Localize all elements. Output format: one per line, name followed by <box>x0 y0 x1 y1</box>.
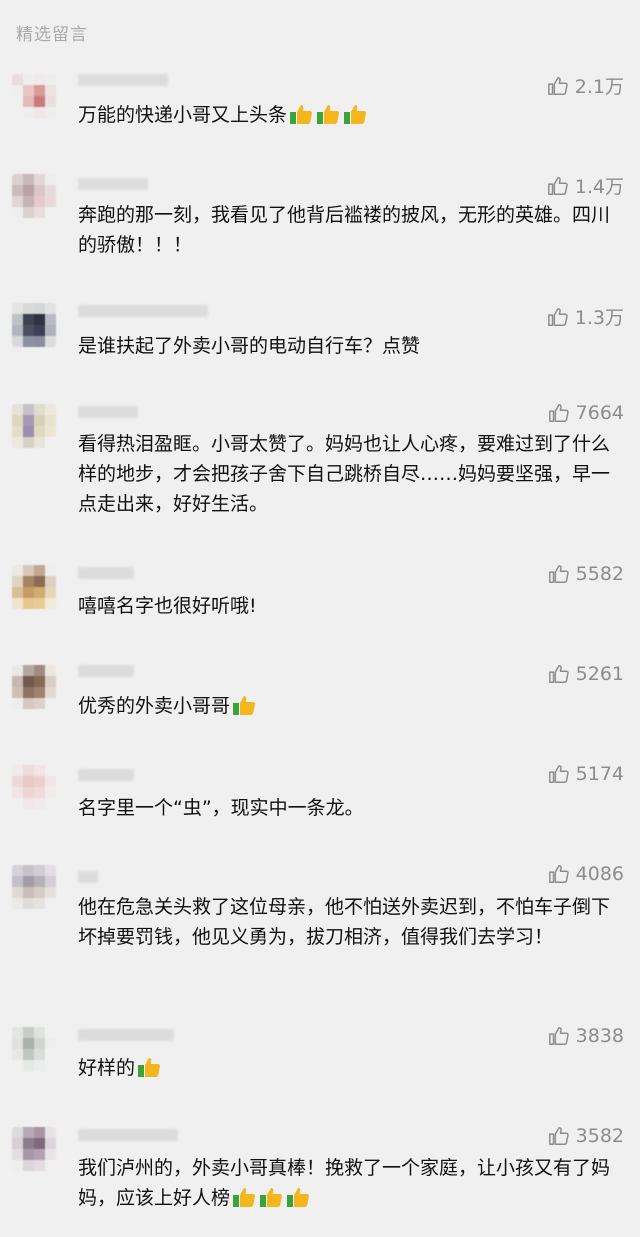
thumbs-up-outline-icon <box>548 1025 570 1047</box>
emoji-group <box>232 1186 310 1208</box>
thumbs-up-outline-icon <box>547 306 569 328</box>
comment-item: 4086 他在危急关头救了这位母亲，他不怕送外卖迟到，不怕车子倒下坏掉要罚钱，他… <box>0 853 640 1003</box>
comment-item: 5174 名字里一个“虫”，现实中一条龙。 <box>0 753 640 833</box>
avatar[interactable] <box>12 565 56 609</box>
thumbs-up-emoji-icon <box>344 105 366 124</box>
avatar[interactable] <box>12 303 56 347</box>
comment-item: 1.3万 是谁扶起了外卖小哥的电动自行车？点赞 <box>0 293 640 373</box>
avatar[interactable] <box>12 74 56 118</box>
thumbs-up-emoji-icon <box>317 105 339 124</box>
avatar[interactable] <box>12 765 56 809</box>
comment-item: 3582 我们泸州的，外卖小哥真棒！挽救了一个家庭，让小孩又有了妈妈，应该上好人… <box>0 1115 640 1235</box>
like-count: 5174 <box>575 763 624 785</box>
like-count: 1.3万 <box>574 307 624 329</box>
avatar[interactable] <box>12 665 56 709</box>
comment-item: 5261 优秀的外卖小哥哥 <box>0 653 640 733</box>
like-button[interactable]: 4086 <box>548 863 624 885</box>
like-button[interactable]: 5582 <box>548 563 624 585</box>
like-count: 2.1万 <box>574 76 624 98</box>
like-button[interactable]: 5174 <box>548 763 624 785</box>
like-count: 3582 <box>575 1125 624 1147</box>
like-button[interactable]: 7664 <box>548 402 624 424</box>
like-count: 3838 <box>575 1025 624 1047</box>
like-count: 5582 <box>575 563 624 585</box>
section-title: 精选留言 <box>16 25 88 45</box>
comment-text: 名字里一个“虫”，现实中一条龙。 <box>78 797 364 819</box>
thumbs-up-outline-icon <box>547 75 569 97</box>
avatar[interactable] <box>12 404 56 448</box>
comment-text: 他在危急关头救了这位母亲，他不怕送外卖迟到，不怕车子倒下坏掉要罚钱，他见义勇为，… <box>78 896 611 948</box>
thumbs-up-emoji-icon <box>290 105 312 124</box>
like-button[interactable]: 2.1万 <box>547 72 624 99</box>
comment-text: 是谁扶起了外卖小哥的电动自行车？点赞 <box>78 335 421 357</box>
thumbs-up-outline-icon <box>548 663 570 685</box>
comment-item: 5582 嘻嘻名字也很好听哦! <box>0 553 640 633</box>
thumbs-up-outline-icon <box>548 863 570 885</box>
like-button[interactable]: 1.4万 <box>547 172 624 199</box>
emoji-group <box>289 103 367 125</box>
nickname-blurred <box>78 74 168 86</box>
comment-text: 看得热泪盈眶。小哥太赞了。妈妈也让人心疼，要难过到了什么样的地步，才会把孩子舍下… <box>78 433 611 515</box>
like-button[interactable]: 3582 <box>548 1125 624 1147</box>
like-count: 5261 <box>575 663 624 685</box>
nickname-blurred <box>78 665 134 677</box>
thumbs-up-outline-icon <box>548 563 570 585</box>
thumbs-up-outline-icon <box>548 1125 570 1147</box>
thumbs-up-emoji-icon <box>287 1188 309 1207</box>
comment-item: 2.1万 万能的快递小哥又上头条 <box>0 64 640 144</box>
thumbs-up-emoji-icon <box>233 1188 255 1207</box>
nickname-blurred <box>78 305 208 317</box>
nickname-blurred <box>78 406 138 418</box>
nickname-blurred <box>78 567 134 579</box>
nickname-blurred <box>78 1029 174 1041</box>
comment-item: 1.4万 奔跑的那一刻，我看见了他背后褴褛的披风，无形的英雄。四川的骄傲！！！ <box>0 164 640 284</box>
nickname-blurred <box>78 178 148 190</box>
nickname-blurred <box>78 1129 178 1141</box>
comment-text: 好样的 <box>78 1057 136 1079</box>
nickname-blurred <box>78 871 98 883</box>
like-button[interactable]: 5261 <box>548 663 624 685</box>
comment-text-wrap: 优秀的外卖小哥哥 <box>78 691 628 721</box>
comment-text: 奔跑的那一刻，我看见了他背后褴褛的披风，无形的英雄。四川的骄傲！！！ <box>78 204 611 256</box>
emoji-group <box>232 694 256 716</box>
emoji-group <box>137 1056 161 1078</box>
like-button[interactable]: 3838 <box>548 1025 624 1047</box>
like-button[interactable]: 1.3万 <box>547 303 624 330</box>
comment-item: 3838 好样的 <box>0 1015 640 1095</box>
avatar[interactable] <box>12 174 56 218</box>
avatar[interactable] <box>12 865 56 909</box>
comment-text: 万能的快递小哥又上头条 <box>78 104 288 126</box>
avatar[interactable] <box>12 1027 56 1071</box>
like-count: 7664 <box>575 402 624 424</box>
comment-text-wrap: 好样的 <box>78 1053 628 1083</box>
like-count: 4086 <box>575 863 624 885</box>
like-count: 1.4万 <box>574 176 624 198</box>
comment-text: 我们泸州的，外卖小哥真棒！挽救了一个家庭，让小孩又有了妈妈，应该上好人榜 <box>78 1157 611 1209</box>
thumbs-up-emoji-icon <box>138 1058 160 1077</box>
nickname-blurred <box>78 769 134 781</box>
comment-text-wrap: 万能的快递小哥又上头条 <box>78 100 628 130</box>
comment-text: 嘻嘻名字也很好听哦! <box>78 595 257 617</box>
thumbs-up-emoji-icon <box>260 1188 282 1207</box>
comment-item: 7664 看得热泪盈眶。小哥太赞了。妈妈也让人心疼，要难过到了什么样的地步，才会… <box>0 392 640 542</box>
comment-text: 优秀的外卖小哥哥 <box>78 695 231 717</box>
comment-text-wrap: 我们泸州的，外卖小哥真棒！挽救了一个家庭，让小孩又有了妈妈，应该上好人榜 <box>78 1153 628 1213</box>
avatar[interactable] <box>12 1127 56 1171</box>
thumbs-up-outline-icon <box>548 402 570 424</box>
thumbs-up-outline-icon <box>547 175 569 197</box>
thumbs-up-outline-icon <box>548 763 570 785</box>
thumbs-up-emoji-icon <box>233 696 255 715</box>
